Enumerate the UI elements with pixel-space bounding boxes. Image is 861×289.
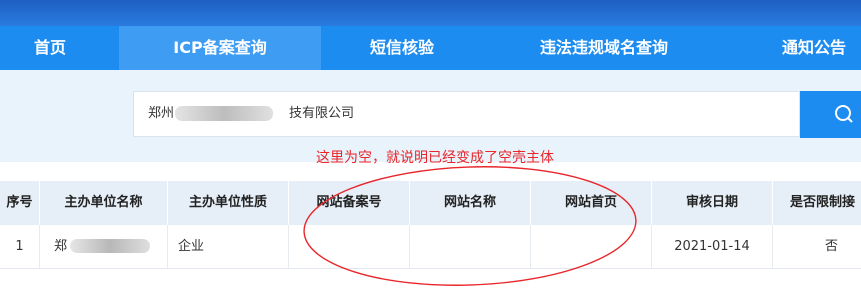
search-button[interactable] xyxy=(800,91,861,138)
cell-review-date: 2021-01-14 xyxy=(652,225,773,268)
top-header-band xyxy=(0,0,861,26)
cell-site-name xyxy=(410,225,531,268)
col-header-restricted: 是否限制接 xyxy=(790,195,856,210)
col-header-record-number: 网站备案号 xyxy=(289,181,410,225)
cell-record-number xyxy=(289,225,410,268)
table-header: 序号 主办单位名称 主办单位性质 网站备案号 网站名称 网站首页 审核日期 是否… xyxy=(0,181,861,225)
nav-item-notices[interactable]: 通知公告 xyxy=(782,26,846,70)
cell-organizer-name-text: 郑 xyxy=(54,239,68,254)
search-input-value-suffix: 技有限公司 xyxy=(289,106,355,121)
cell-organizer-nature: 企业 xyxy=(168,225,289,268)
cell-homepage xyxy=(531,225,652,268)
redacted-blur xyxy=(70,239,150,253)
col-header-site-name: 网站名称 xyxy=(410,181,531,225)
cell-restricted: 否 xyxy=(825,239,839,254)
search-input-value: 郑州 xyxy=(148,106,175,121)
cell-index: 1 xyxy=(0,225,40,268)
col-header-review-date: 审核日期 xyxy=(652,181,773,225)
nav-item-sms-verify[interactable]: 短信核验 xyxy=(370,26,434,70)
col-header-homepage: 网站首页 xyxy=(531,181,652,225)
redacted-blur xyxy=(175,106,273,121)
col-header-organizer-name: 主办单位名称 xyxy=(40,181,168,225)
nav-item-icp-query[interactable]: ICP备案查询 xyxy=(119,26,321,70)
main-nav: 首页 ICP备案查询 短信核验 违法违规域名查询 通知公告 xyxy=(0,26,861,70)
annotation-note: 这里为空，就说明已经变成了空壳主体 xyxy=(316,150,554,166)
col-header-organizer-nature: 主办单位性质 xyxy=(168,181,289,225)
col-header-index: 序号 xyxy=(0,181,40,225)
nav-item-illegal-domain-query[interactable]: 违法违规域名查询 xyxy=(540,26,668,70)
search-icon xyxy=(835,105,853,123)
nav-item-home[interactable]: 首页 xyxy=(34,26,66,70)
